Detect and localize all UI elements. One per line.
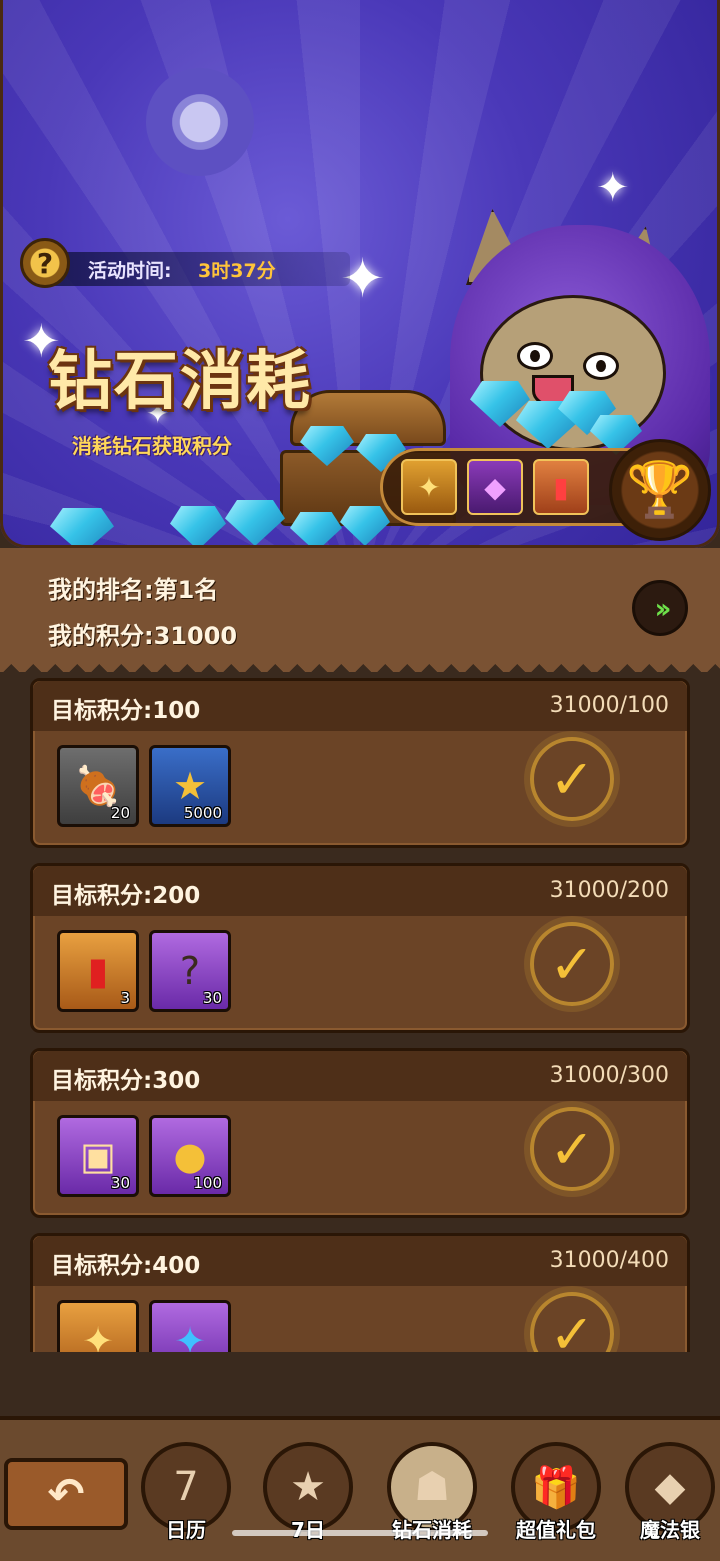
my-rank-panel: 我的排名:第1名 我的积分:31000: [0, 548, 720, 660]
task-title: 目标积分:300: [51, 1068, 201, 1094]
question-mark-icon: ?: [36, 246, 54, 280]
red-potion-icon[interactable]: ▮: [533, 459, 589, 515]
task-card: 目标积分:400 31000/400 ✦ ✦ ✓: [30, 1233, 690, 1352]
ranking-rewards-preview[interactable]: ✦ ◆ ▮ 🏆: [380, 439, 711, 541]
item-quantity: 100: [193, 1174, 222, 1192]
diamond-icon: [225, 500, 285, 546]
diamond-icon: [290, 512, 342, 548]
back-arrow-icon: ↶: [47, 1468, 85, 1520]
item-quantity: 30: [110, 1174, 130, 1192]
task-title: 目标积分:200: [51, 883, 201, 909]
item-quantity: 5000: [183, 804, 222, 822]
trophy-icon[interactable]: 🏆: [609, 439, 711, 541]
gold-ticket-icon[interactable]: ✦: [401, 459, 457, 515]
gold-ticket-icon[interactable]: ✦: [57, 1300, 139, 1352]
event-title: 钻石消耗: [48, 345, 312, 419]
diamond-icon: [50, 508, 114, 548]
item-quantity: 3: [120, 989, 130, 1007]
task-card: 目标积分:300 31000/300 ▣ 30 ● 100 ✓: [30, 1048, 690, 1218]
double-chevron-right-icon: ››: [654, 591, 671, 625]
ranking-list-button[interactable]: ››: [632, 580, 688, 636]
nav-item-magic-silver[interactable]: ◆ 魔法银: [620, 1442, 720, 1552]
event-banner: ✦ ✦ ✦ ✦ ✦ ? 活动时间: 3时37分 钻石消耗 消耗钻石获取积分: [0, 0, 720, 548]
task-progress: 31000/200: [549, 878, 669, 903]
rank-divider: [0, 656, 720, 672]
bottom-nav: ↶ 7 日历 ★ 7日 ☗ 钻石消耗 🎁 超值礼包 ◆ 魔法银: [0, 1352, 720, 1561]
nav-label: 魔法银: [640, 1518, 700, 1542]
nav-item-calendar[interactable]: 7 日历: [136, 1442, 236, 1552]
claimed-check-icon: ✓: [530, 1107, 614, 1191]
nav-label: 日历: [166, 1518, 206, 1542]
claimed-check-icon: ✓: [530, 737, 614, 821]
purple-crystal-icon[interactable]: ◆: [467, 459, 523, 515]
target-points-list[interactable]: 目标积分:100 31000/100 🍖 20 ★ 5000 ✓ 目标积分:200 …: [0, 672, 720, 1352]
hero-card-icon[interactable]: ▣ 30: [57, 1115, 139, 1197]
help-button[interactable]: ?: [20, 238, 70, 288]
nav-item-value-pack[interactable]: 🎁 超值礼包: [506, 1442, 606, 1552]
event-timer: ? 活动时间: 3时37分: [20, 238, 350, 290]
task-title: 目标积分:100: [51, 698, 201, 724]
task-card: 目标积分:100 31000/100 🍖 20 ★ 5000 ✓: [30, 678, 690, 848]
all-coin-icon[interactable]: ● 100: [149, 1115, 231, 1197]
timer-value: 3时37分: [198, 260, 276, 282]
timer-label: 活动时间:: [88, 260, 172, 282]
moon-decoration: [146, 68, 254, 176]
gold-coin-icon[interactable]: ★ 5000: [149, 745, 231, 827]
meat-icon[interactable]: 🍖 20: [57, 745, 139, 827]
sparkle-icon: ✦: [596, 165, 630, 211]
blue-ticket-icon[interactable]: ✦: [149, 1300, 231, 1352]
diamond-icon: [340, 506, 390, 546]
diamond-icon: [170, 506, 226, 548]
item-quantity: 30: [202, 989, 222, 1007]
my-rank-text: 我的排名:第1名: [48, 576, 219, 604]
red-potion-icon[interactable]: ▮ 3: [57, 930, 139, 1012]
task-card: 目标积分:200 31000/200 ▮ 3 ? 30 ✓: [30, 863, 690, 1033]
claimed-check-icon: ✓: [530, 922, 614, 1006]
task-title: 目标积分:400: [51, 1253, 201, 1279]
task-progress: 31000/400: [549, 1248, 669, 1273]
nav-label: 钻石消耗: [372, 1514, 492, 1543]
back-button[interactable]: ↶: [4, 1458, 128, 1530]
task-progress: 31000/100: [549, 693, 669, 718]
event-subtitle: 消耗钻石获取积分: [72, 434, 232, 458]
nav-label: 7日: [248, 1514, 368, 1543]
nav-label: 超值礼包: [516, 1518, 596, 1542]
claimed-check-icon: ✓: [530, 1292, 614, 1352]
task-progress: 31000/300: [549, 1063, 669, 1088]
mystery-scroll-icon[interactable]: ? 30: [149, 930, 231, 1012]
my-points-text: 我的积分:31000: [48, 622, 238, 650]
item-quantity: 20: [110, 804, 130, 822]
home-indicator[interactable]: [232, 1530, 488, 1536]
